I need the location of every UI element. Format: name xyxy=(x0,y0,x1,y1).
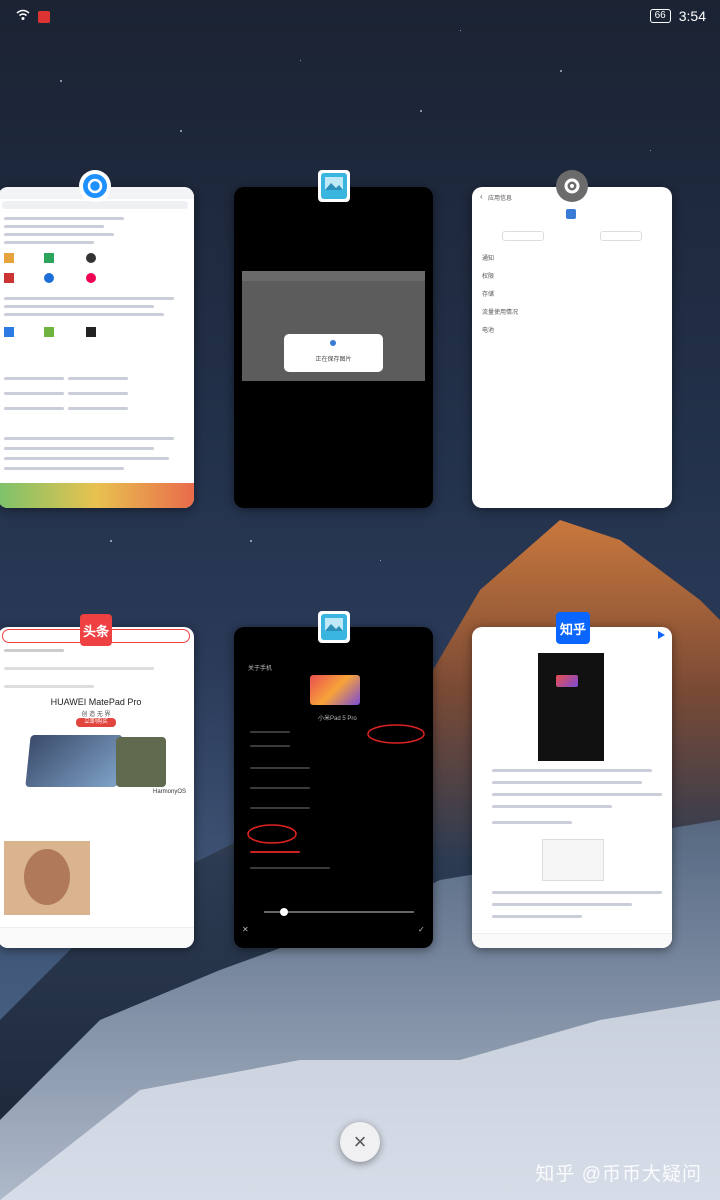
app-icon xyxy=(566,209,576,219)
about-phone-header: 关于手机 xyxy=(248,666,273,672)
notification-app-icon xyxy=(38,10,50,23)
device-name: 小米Pad 5 Pro xyxy=(318,716,357,722)
tablet-back-image xyxy=(116,737,166,787)
recent-app-card-settings[interactable]: ‹ 应用信息 通知 权限 存储 流量使用情况 电池 xyxy=(472,187,672,508)
ad-buy-button[interactable]: 立即购买 xyxy=(76,718,116,727)
gallery-icon[interactable] xyxy=(318,170,350,202)
watermark: 知乎 @币币大疑问 xyxy=(535,1164,702,1185)
loading-spinner-icon xyxy=(330,340,336,346)
settings-title: 应用信息 xyxy=(488,196,513,202)
settings-item-battery[interactable]: 电池 xyxy=(482,325,494,334)
toutiao-icon[interactable]: 头条 xyxy=(80,614,112,646)
article-screenshot xyxy=(538,653,604,761)
circle-browser-icon[interactable] xyxy=(79,170,111,202)
recent-app-card-gallery-about[interactable]: 关于手机 小米Pad 5 Pro ✕ ✓ xyxy=(234,627,433,948)
saving-dialog: 正在保存图片 xyxy=(284,334,383,372)
tablet-image xyxy=(25,735,123,787)
ad-title: HUAWEI MatePad Pro xyxy=(50,697,142,707)
zhihu-send-icon[interactable] xyxy=(658,631,665,639)
saving-dialog-text: 正在保存图片 xyxy=(315,357,352,363)
device-image xyxy=(310,675,360,705)
recent-app-card-gallery[interactable]: 正在保存图片 xyxy=(234,187,433,508)
check-icon[interactable]: ✓ xyxy=(418,925,425,934)
wifi-icon xyxy=(16,9,30,24)
settings-back-icon[interactable]: ‹ xyxy=(480,192,483,201)
settings-item-notifications[interactable]: 通知 xyxy=(482,253,494,262)
gallery-icon[interactable] xyxy=(318,611,350,643)
ad-brand: HarmonyOS xyxy=(153,789,187,795)
recent-app-card-zhihu[interactable] xyxy=(472,627,672,948)
settings-item-permissions[interactable]: 权限 xyxy=(482,271,494,280)
gear-icon[interactable] xyxy=(556,170,588,202)
clear-all-button[interactable]: × xyxy=(340,1122,380,1162)
settings-item-data-usage[interactable]: 流量使用情况 xyxy=(482,307,518,316)
ad-subtitle: 创 造 无 界 xyxy=(81,712,111,718)
slider-thumb[interactable] xyxy=(280,908,288,916)
battery-indicator: 66 xyxy=(649,9,671,23)
settings-item-storage[interactable]: 存储 xyxy=(482,289,494,298)
close-icon[interactable]: ✕ xyxy=(242,925,249,934)
clock: 3:54 xyxy=(678,8,706,24)
zhihu-icon[interactable]: 知乎 xyxy=(556,612,590,644)
recent-app-card-browser[interactable] xyxy=(0,187,194,508)
status-bar: 66 3:54 xyxy=(0,0,720,34)
recent-app-card-toutiao[interactable]: HUAWEI MatePad Pro 创 造 无 界 立即购买 HarmonyO… xyxy=(0,627,194,948)
